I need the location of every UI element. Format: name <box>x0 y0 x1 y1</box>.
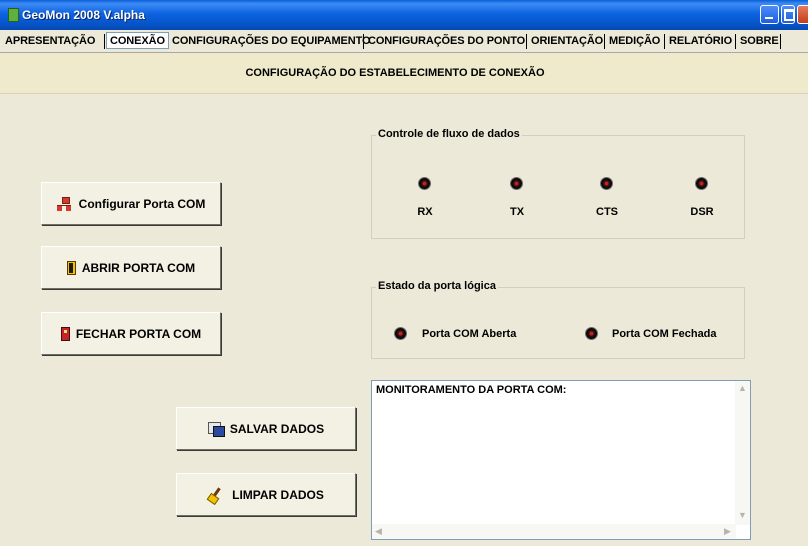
door-open-icon <box>66 260 76 275</box>
cts-led-icon <box>601 178 612 189</box>
port-state-group: Estado da porta lógica Porta COM Aberta … <box>371 280 745 359</box>
flow-control-title: Controle de fluxo de dados <box>376 128 522 140</box>
dsr-led-icon <box>696 178 707 189</box>
configure-port-label: Configurar Porta COM <box>78 196 206 211</box>
tab-orientacao[interactable]: ORIENTAÇÃO <box>528 33 606 50</box>
close-button[interactable] <box>797 5 808 24</box>
open-port-button[interactable]: ABRIR PORTA COM <box>41 246 221 289</box>
tab-medicao[interactable]: MEDIÇÃO <box>606 33 663 50</box>
maximize-button[interactable] <box>781 5 795 24</box>
network-icon <box>56 196 73 211</box>
port-monitor-text: MONITORAMENTO DA PORTA COM: <box>376 384 567 396</box>
connection-panel: Configurar Porta COM ABRIR PORTA COM FEC… <box>0 94 808 546</box>
window-title: GeoMon 2008 V.alpha <box>22 8 145 22</box>
dsr-label: DSR <box>690 206 714 218</box>
tab-configuracoes-ponto[interactable]: CONFIGURAÇÕES DO PONTO <box>365 33 528 50</box>
rx-led-icon <box>419 178 430 189</box>
port-open-label: Porta COM Aberta <box>422 328 517 340</box>
port-closed-led-icon <box>586 328 597 339</box>
tab-separator <box>526 34 527 49</box>
flow-control-group: Controle de fluxo de dados RX TX CTS DSR <box>371 128 745 239</box>
tab-separator <box>104 34 105 49</box>
tab-separator <box>363 34 364 49</box>
tab-separator <box>664 34 665 49</box>
save-icon <box>207 421 225 437</box>
save-data-button[interactable]: SALVAR DADOS <box>176 407 356 450</box>
scroll-up-icon[interactable]: ▲ <box>738 384 747 393</box>
tab-bar: APRESENTAÇÃO CONEXÃO CONFIGURAÇÕES DO EQ… <box>0 30 808 53</box>
door-closed-icon <box>60 326 70 341</box>
save-data-label: SALVAR DADOS <box>229 421 325 436</box>
tab-configuracoes-equipamento[interactable]: CONFIGURAÇÕES DO EQUIPAMENTO <box>169 33 373 50</box>
minimize-button[interactable] <box>760 5 779 24</box>
tx-led-icon <box>511 178 522 189</box>
tab-relatorio[interactable]: RELATÓRIO <box>666 33 735 50</box>
configure-port-button[interactable]: Configurar Porta COM <box>41 182 221 225</box>
clear-data-label: LIMPAR DADOS <box>232 487 324 502</box>
close-port-button[interactable]: FECHAR PORTA COM <box>41 312 221 355</box>
tx-label: TX <box>509 206 525 218</box>
tab-conexao[interactable]: CONEXÃO <box>106 32 169 49</box>
page-header: CONFIGURAÇÃO DO ESTABELECIMENTO DE CONEX… <box>0 53 808 94</box>
port-state-title: Estado da porta lógica <box>376 280 498 292</box>
window-titlebar: GeoMon 2008 V.alpha <box>0 0 808 30</box>
tab-sobre[interactable]: SOBRE <box>737 33 782 50</box>
close-port-label: FECHAR PORTA COM <box>75 326 202 341</box>
page-title: CONFIGURAÇÃO DO ESTABELECIMENTO DE CONEX… <box>245 67 545 79</box>
port-monitor-textarea[interactable]: MONITORAMENTO DA PORTA COM: ▲ ▼ ◀ ▶ <box>371 380 751 540</box>
tab-separator <box>780 34 781 49</box>
tab-separator <box>735 34 736 49</box>
horizontal-scrollbar[interactable]: ◀ ▶ <box>372 524 736 539</box>
open-port-label: ABRIR PORTA COM <box>81 260 196 275</box>
rx-label: RX <box>417 206 433 218</box>
port-closed-label: Porta COM Fechada <box>612 328 717 340</box>
cts-label: CTS <box>596 206 618 218</box>
broom-icon <box>208 488 226 502</box>
tab-separator <box>604 34 605 49</box>
scroll-left-icon[interactable]: ◀ <box>375 527 382 536</box>
scroll-right-icon[interactable]: ▶ <box>724 527 731 536</box>
app-icon <box>8 8 19 22</box>
scroll-down-icon[interactable]: ▼ <box>738 511 747 520</box>
port-open-led-icon <box>395 328 406 339</box>
vertical-scrollbar[interactable]: ▲ ▼ <box>735 381 750 525</box>
tab-apresentacao[interactable]: APRESENTAÇÃO <box>2 33 98 50</box>
clear-data-button[interactable]: LIMPAR DADOS <box>176 473 356 516</box>
